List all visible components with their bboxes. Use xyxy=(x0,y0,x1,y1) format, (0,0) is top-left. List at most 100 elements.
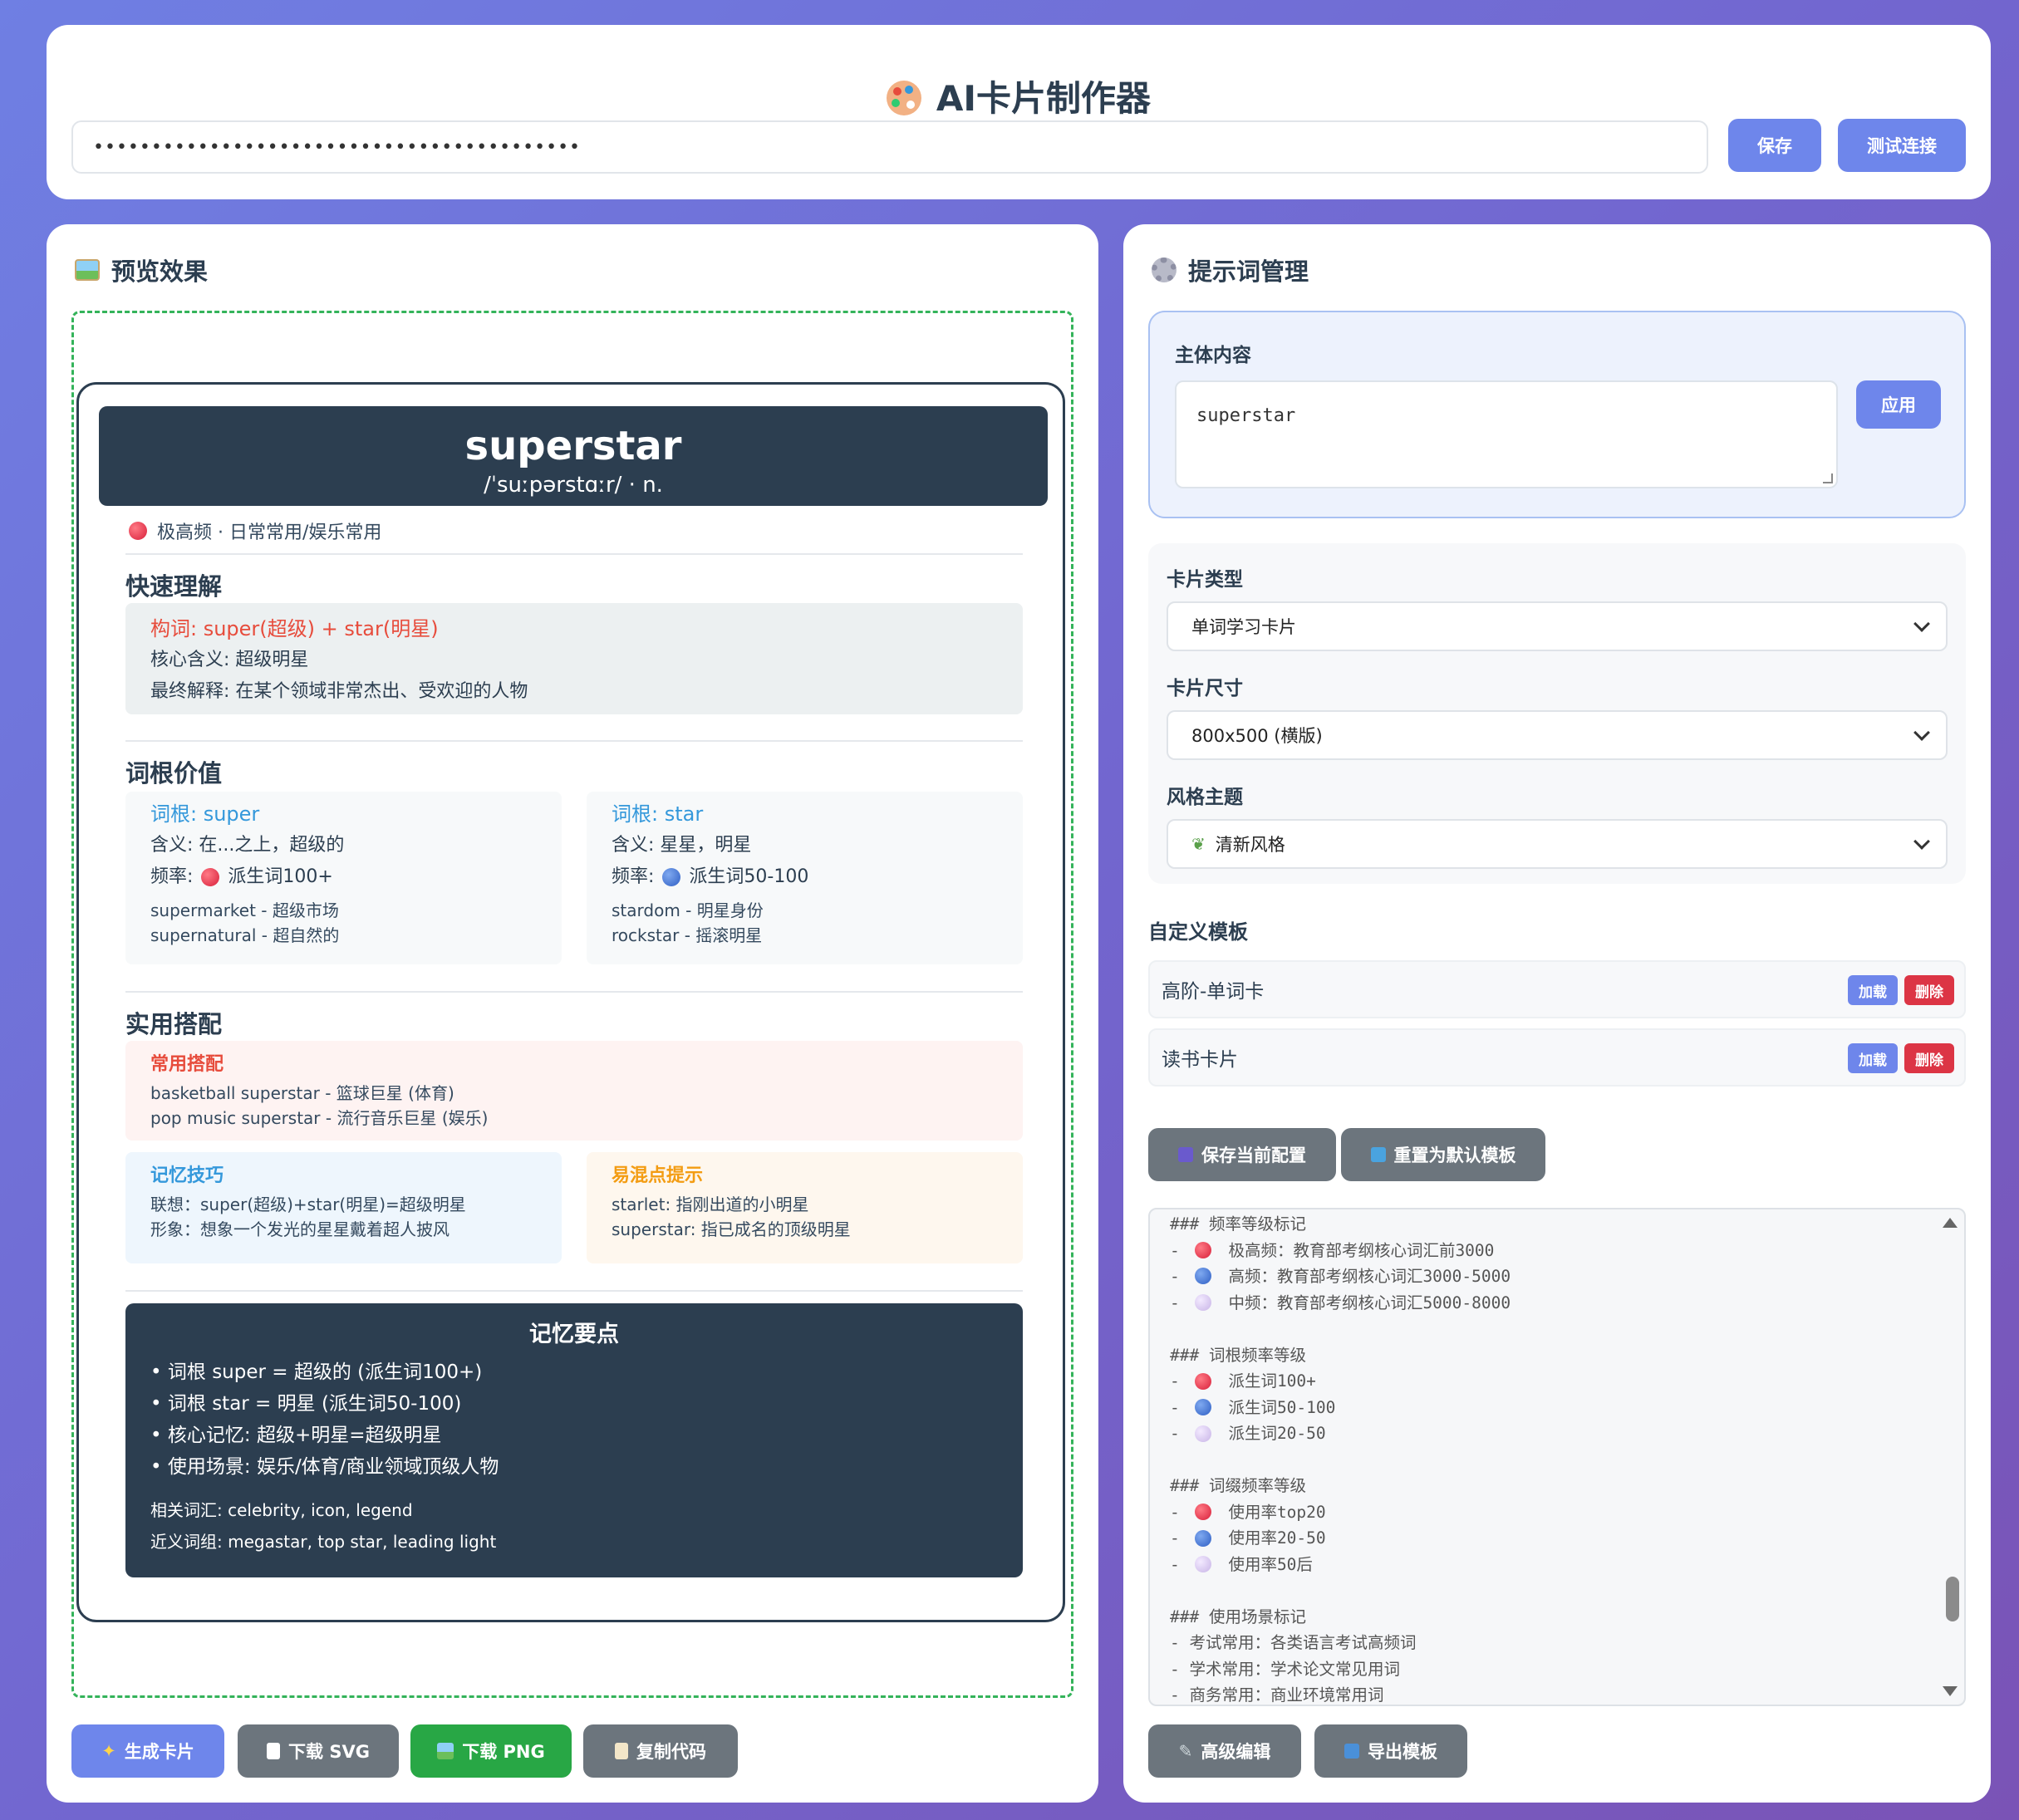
editor-line: - 考试常用：各类语言考试高频词 xyxy=(1170,1633,1417,1652)
apply-button[interactable]: 应用 xyxy=(1856,380,1941,429)
reset-default-button[interactable]: 重置为默认模板 xyxy=(1341,1128,1545,1181)
roots-heading: 词根价值 xyxy=(125,759,223,787)
editor-line: - 派生词100+ xyxy=(1170,1371,1316,1391)
editor-line: ### 词根频率等级 xyxy=(1170,1345,1306,1365)
editor-line: - 商务常用：商业环境常用词 xyxy=(1170,1685,1384,1705)
export-template-label: 导出模板 xyxy=(1368,1742,1437,1762)
root-title: 词根: super xyxy=(150,802,260,826)
subject-label: 主体内容 xyxy=(1175,345,1251,366)
root-example: rockstar - 摇滚明星 xyxy=(612,925,763,945)
download-svg-button[interactable]: 下载 SVG xyxy=(238,1724,399,1778)
chevron-down-icon xyxy=(1913,724,1930,741)
delete-template-button[interactable]: 删除 xyxy=(1904,975,1954,1005)
export-template-button[interactable]: 导出模板 xyxy=(1314,1724,1467,1778)
editor-line: ### 词缀频率等级 xyxy=(1170,1476,1306,1495)
style-value: 清新风格 xyxy=(1215,835,1285,855)
config-box: 卡片类型 单词学习卡片 卡片尺寸 800x500 (横版) 风格主题 ❦ 清新风… xyxy=(1148,543,1966,884)
memory-tip-line: 形象：想象一个发光的星星戴着超人披风 xyxy=(150,1219,449,1239)
load-template-button[interactable]: 加载 xyxy=(1848,975,1898,1005)
style-select[interactable]: ❦ 清新风格 xyxy=(1167,819,1948,869)
scroll-up-arrow-icon[interactable] xyxy=(1943,1218,1958,1228)
generate-card-button[interactable]: ✦ 生成卡片 xyxy=(71,1724,224,1778)
sparkle-icon: ✦ xyxy=(101,1741,116,1761)
memory-tip-title: 记忆技巧 xyxy=(150,1165,224,1186)
common-collocation-title: 常用搭配 xyxy=(150,1054,224,1075)
frequency-line: 极高频 · 日常常用/娱乐常用 xyxy=(129,518,381,544)
scroll-down-arrow-icon[interactable] xyxy=(1943,1686,1958,1696)
formation-text: 构词: super(超级) + star(明星) xyxy=(150,617,439,640)
confusion-tip-box: 易混点提示 starlet: 指刚出道的小明星 superstar: 指已成名的… xyxy=(587,1152,1023,1263)
root-freq-prefix: 频率: xyxy=(150,866,194,887)
save-api-button[interactable]: 保存 xyxy=(1728,119,1821,172)
apply-label: 应用 xyxy=(1881,395,1916,415)
red-dot-icon xyxy=(201,868,220,886)
template-name: 读书卡片 xyxy=(1162,1049,1238,1071)
app-title-text: AI卡片制作器 xyxy=(936,78,1152,119)
purple-dot-icon xyxy=(1195,1556,1211,1572)
collocation-heading: 实用搭配 xyxy=(125,1010,223,1038)
memory-summary-box: 记忆要点 • 词根 super = 超级的 (派生词100+) • 词根 sta… xyxy=(125,1303,1023,1577)
template-row[interactable]: 高阶-单词卡 加载 删除 xyxy=(1148,960,1966,1018)
delete-template-button[interactable]: 删除 xyxy=(1904,1043,1954,1073)
root-freq-text: 派生词100+ xyxy=(228,866,333,887)
purple-dot-icon xyxy=(1195,1294,1211,1311)
card-size-select[interactable]: 800x500 (横版) xyxy=(1167,710,1948,760)
save-config-button[interactable]: 保存当前配置 xyxy=(1148,1128,1336,1181)
root-freq-prefix: 频率: xyxy=(612,866,655,887)
download-png-label: 下载 PNG xyxy=(462,1742,545,1762)
card-type-select[interactable]: 单词学习卡片 xyxy=(1167,601,1948,651)
summary-title: 记忆要点 xyxy=(529,1322,619,1347)
advanced-edit-button[interactable]: ✎ 高级编辑 xyxy=(1148,1724,1301,1778)
copy-code-label: 复制代码 xyxy=(636,1742,706,1762)
final-meaning-text: 最终解释: 在某个领域非常杰出、受欢迎的人物 xyxy=(150,681,528,702)
collocation-line: basketball superstar - 篮球巨星 (体育) xyxy=(150,1083,454,1103)
prompt-title-text: 提示词管理 xyxy=(1188,258,1309,286)
editor-line: - 使用率20-50 xyxy=(1170,1528,1326,1548)
editor-line: - 学术常用：学术论文常见用词 xyxy=(1170,1659,1400,1679)
root-freq-text: 派生词50-100 xyxy=(689,866,809,887)
root-example: supernatural - 超自然的 xyxy=(150,925,340,945)
leaf-icon: ❦ xyxy=(1191,834,1206,854)
subject-text: superstar xyxy=(1196,405,1296,426)
generate-card-label: 生成卡片 xyxy=(124,1742,194,1762)
chevron-down-icon xyxy=(1913,833,1930,850)
prompt-editor[interactable]: ### 频率等级标记 - 极高频：教育部考纲核心词汇前3000 - 高频：教育部… xyxy=(1148,1208,1966,1706)
template-row[interactable]: 读书卡片 加载 删除 xyxy=(1148,1028,1966,1087)
purple-dot-icon xyxy=(1195,1425,1211,1442)
template-name: 高阶-单词卡 xyxy=(1162,981,1265,1003)
editor-line: - 派生词20-50 xyxy=(1170,1424,1326,1443)
memory-tip-box: 记忆技巧 联想：super(超级)+star(明星)=超级明星 形象：想象一个发… xyxy=(125,1152,562,1263)
prompt-panel: 提示词管理 主体内容 superstar 应用 卡片类型 单词学习卡片 卡片尺寸… xyxy=(1123,224,1991,1803)
load-template-button[interactable]: 加载 xyxy=(1848,1043,1898,1073)
editor-line: - 使用率50后 xyxy=(1170,1554,1313,1574)
word-header: superstar /ˈsuːpərstɑːr/ · n. xyxy=(99,406,1048,506)
summary-bullet: • 核心记忆: 超级+明星=超级明星 xyxy=(150,1425,442,1446)
save-config-label: 保存当前配置 xyxy=(1201,1145,1306,1165)
save-api-label: 保存 xyxy=(1757,136,1792,156)
download-svg-label: 下载 SVG xyxy=(288,1742,370,1762)
scrollbar-thumb[interactable] xyxy=(1946,1577,1959,1621)
editor-line: ### 频率等级标记 xyxy=(1170,1214,1306,1234)
download-png-button[interactable]: 下载 PNG xyxy=(410,1724,572,1778)
root-frequency: 频率: 派生词100+ xyxy=(150,861,537,893)
synonym-phrases: 近义词组: megastar, top star, leading light xyxy=(150,1532,497,1552)
test-connection-button[interactable]: 测试连接 xyxy=(1838,119,1966,172)
style-label: 风格主题 xyxy=(1167,787,1243,808)
subject-textarea[interactable]: superstar xyxy=(1175,380,1838,488)
root-meaning: 含义: 星星，明星 xyxy=(612,835,752,856)
document-icon xyxy=(267,1743,281,1759)
confusion-tip-line: superstar: 指已成名的顶级明星 xyxy=(612,1219,851,1239)
outbox-icon xyxy=(1344,1744,1359,1759)
editor-line: - 高频：教育部考纲核心词汇3000-5000 xyxy=(1170,1267,1511,1286)
floppy-disk-icon xyxy=(1178,1147,1193,1162)
divider xyxy=(125,1290,1023,1292)
blue-dot-icon xyxy=(1195,1399,1211,1415)
red-dot-icon xyxy=(1195,1504,1211,1520)
copy-code-button[interactable]: 复制代码 xyxy=(583,1724,738,1778)
load-label: 加载 xyxy=(1859,1052,1887,1069)
root-box-super: 词根: super 含义: 在...之上，超级的 频率: 派生词100+ sup… xyxy=(125,792,562,964)
summary-bullet: • 使用场景: 娱乐/体育/商业领域顶级人物 xyxy=(150,1456,499,1478)
api-key-input[interactable] xyxy=(71,120,1708,174)
red-dot-icon xyxy=(129,522,147,540)
resize-handle-icon[interactable] xyxy=(1823,473,1833,483)
